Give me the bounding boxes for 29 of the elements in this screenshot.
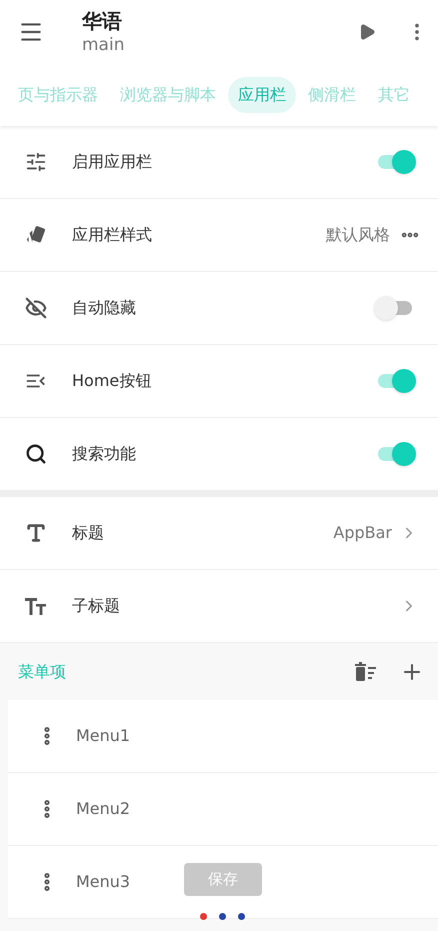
setting-label: 标题 xyxy=(72,522,105,544)
section-title: 菜单项 xyxy=(18,660,67,682)
setting-label: Home按钮 xyxy=(72,370,152,392)
settings-row[interactable]: 应用栏样式 默认风格 xyxy=(0,199,438,272)
menu-item-label: Menu3 xyxy=(76,871,130,893)
settings-row[interactable]: 标题 AppBar xyxy=(0,497,438,570)
setting-value: 默认风格 xyxy=(326,224,390,246)
settings-row[interactable]: 自动隐藏 xyxy=(0,272,438,345)
app-subtitle: main xyxy=(82,34,126,56)
text-icon xyxy=(25,522,47,544)
menu-item-label: Menu2 xyxy=(76,798,130,820)
settings-row[interactable]: 启用应用栏 xyxy=(0,126,438,199)
menu-item-label: Menu1 xyxy=(76,725,130,747)
setting-label: 搜索功能 xyxy=(72,443,137,465)
setting-label: 子标题 xyxy=(72,595,121,617)
play-icon[interactable] xyxy=(358,23,376,41)
sliders-icon xyxy=(25,151,47,173)
settings-row[interactable]: Home按钮 xyxy=(0,345,438,418)
setting-value: AppBar xyxy=(333,522,392,544)
setting-label: 自动隐藏 xyxy=(72,297,137,319)
text-size-icon xyxy=(24,595,48,617)
eye-off-icon xyxy=(25,297,47,319)
app-title: 华语 xyxy=(82,8,123,34)
menu-item-row[interactable]: Menu2 xyxy=(8,773,438,846)
search-icon xyxy=(25,443,47,465)
setting-label: 应用栏样式 xyxy=(72,224,153,246)
delete-list-icon[interactable] xyxy=(354,660,378,682)
menu-item-row[interactable]: Menu1 xyxy=(8,700,438,773)
setting-label: 启用应用栏 xyxy=(72,151,153,173)
